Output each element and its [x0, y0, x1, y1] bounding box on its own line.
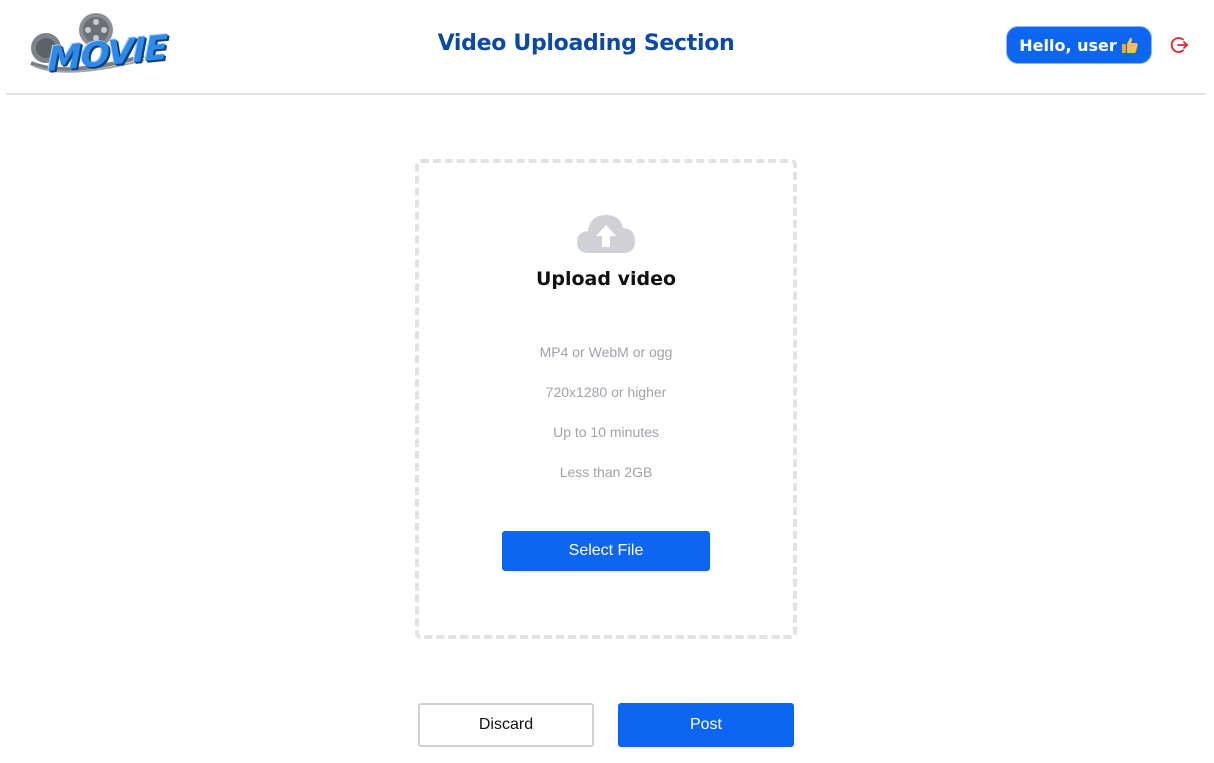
- upload-title: Upload video: [535, 268, 677, 290]
- logout-icon[interactable]: [1170, 35, 1190, 55]
- discard-button[interactable]: Discard: [418, 703, 594, 747]
- post-button[interactable]: Post: [618, 703, 794, 747]
- thumbs-up-icon: [1121, 37, 1138, 53]
- cloud-upload-icon: [577, 215, 635, 253]
- requirement-size: Less than 2GB: [559, 464, 653, 480]
- header: MOVIE Video Uploading Section Hello, use…: [0, 0, 1214, 95]
- select-file-button[interactable]: Select File: [502, 531, 710, 571]
- requirement-resolution: 720x1280 or higher: [545, 384, 667, 400]
- requirement-duration: Up to 10 minutes: [553, 424, 659, 440]
- greeting-label: Hello, user: [1019, 35, 1117, 55]
- user-greeting-button[interactable]: Hello, user: [1006, 26, 1152, 64]
- page-title: Video Uploading Section: [437, 31, 735, 56]
- header-divider: [6, 93, 1206, 95]
- requirement-format: MP4 or WebM or ogg: [539, 344, 673, 360]
